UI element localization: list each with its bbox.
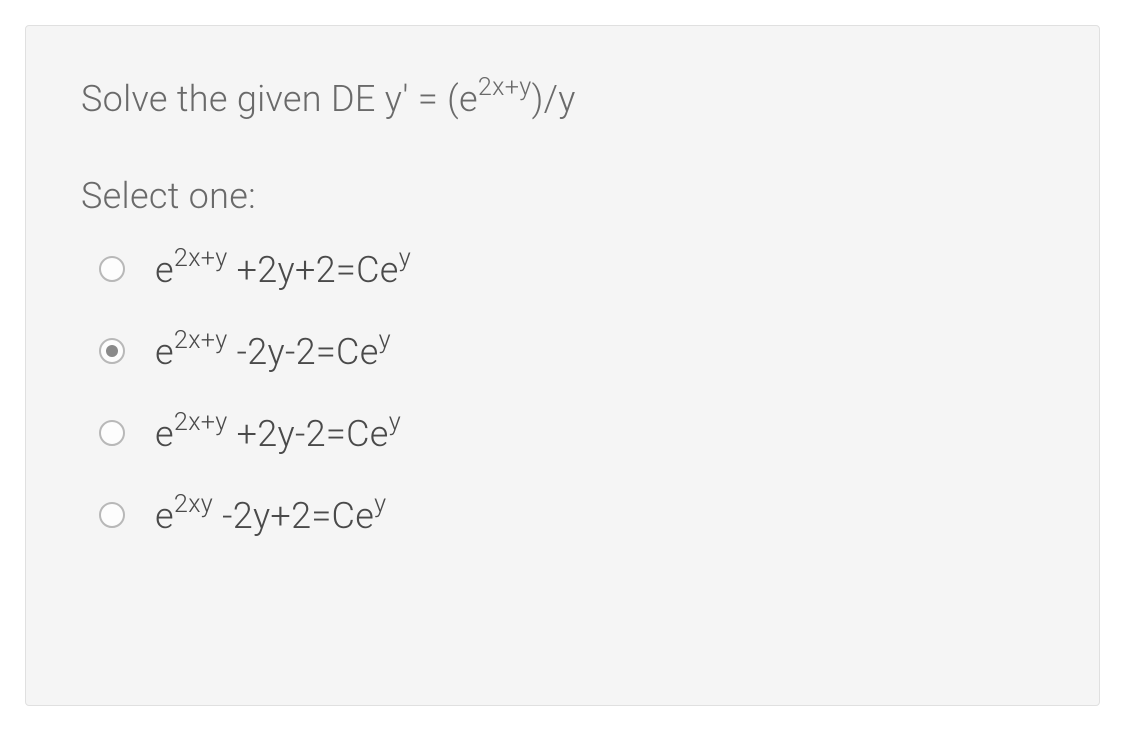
option-row[interactable]: e2xy -2y+2=Cey <box>99 493 1044 537</box>
question-text: Solve the given DE y' = (e2x+y)/y <box>81 76 1044 120</box>
radio-button[interactable] <box>99 256 125 282</box>
question-card: Solve the given DE y' = (e2x+y)/y Select… <box>25 25 1100 706</box>
select-one-label: Select one: <box>81 175 1044 217</box>
radio-button[interactable] <box>99 420 125 446</box>
option-label: e2x+y +2y-2=Cey <box>155 411 401 455</box>
radio-button[interactable] <box>99 338 125 364</box>
radio-button[interactable] <box>99 502 125 528</box>
option-label: e2x+y +2y+2=Cey <box>155 247 411 291</box>
option-row[interactable]: e2x+y +2y+2=Cey <box>99 247 1044 291</box>
question-suffix: )/y <box>532 78 576 120</box>
question-prefix: Solve the given DE y' = (e <box>81 78 478 120</box>
question-exponent: 2x+y <box>478 73 532 102</box>
options-list: e2x+y +2y+2=Cey e2x+y -2y-2=Cey e2x+y +2… <box>81 247 1044 537</box>
option-row[interactable]: e2x+y -2y-2=Cey <box>99 329 1044 373</box>
option-label: e2x+y -2y-2=Cey <box>155 329 391 373</box>
option-row[interactable]: e2x+y +2y-2=Cey <box>99 411 1044 455</box>
option-label: e2xy -2y+2=Cey <box>155 493 386 537</box>
